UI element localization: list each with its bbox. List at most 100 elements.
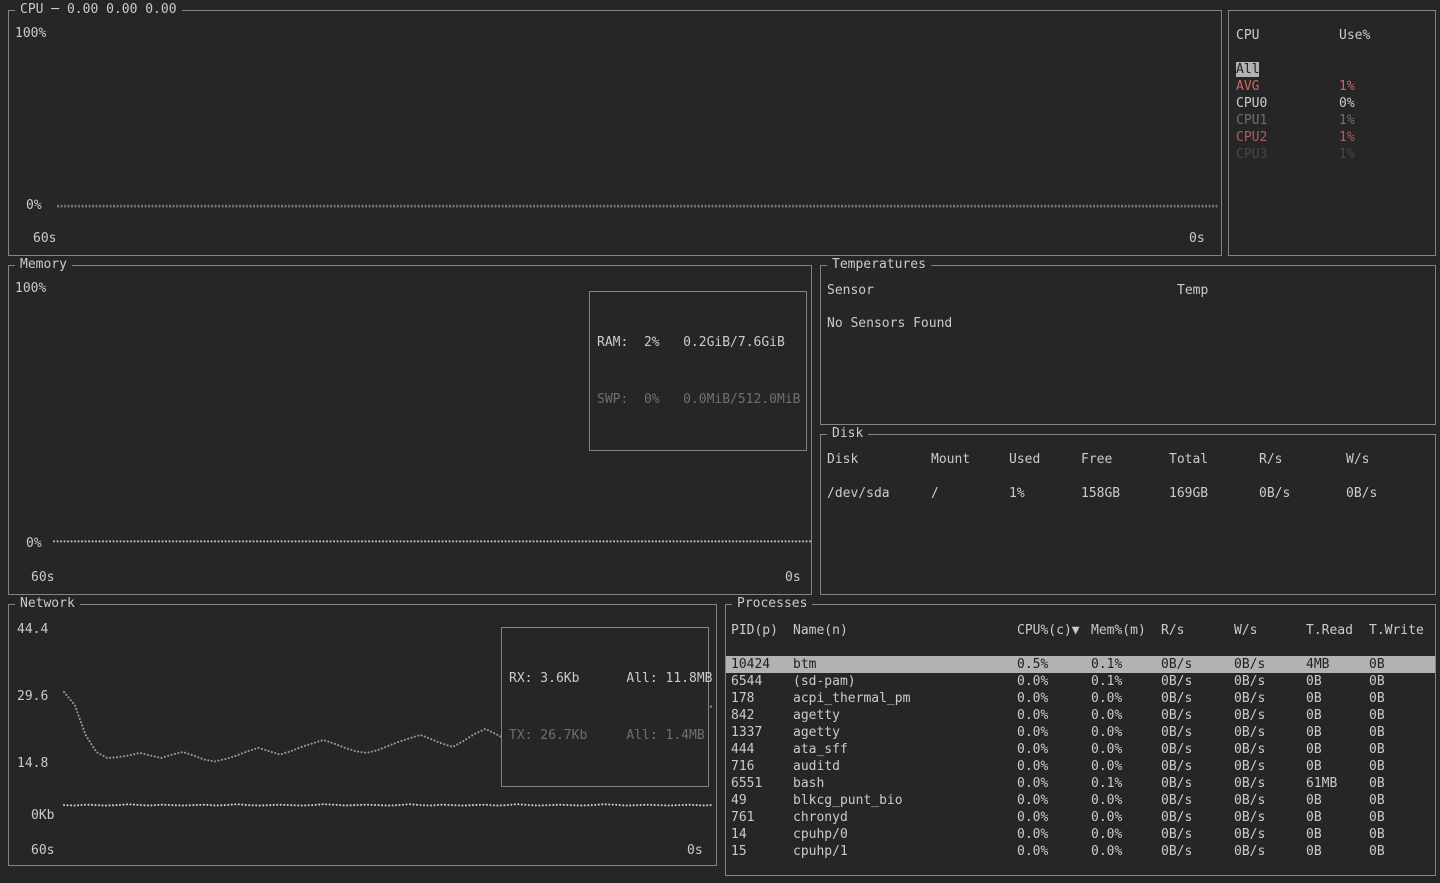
disk-row[interactable]: /dev/sda / 1% 158GB 169GB 0B/s 0B/s <box>821 485 1435 502</box>
cpu-legend-name: CPU3 <box>1236 147 1267 162</box>
process-cell-tread: 0B <box>1306 826 1369 843</box>
cpu-x-axis-left-label: 60s <box>33 232 56 246</box>
process-cell-rs: 0B/s <box>1161 792 1234 809</box>
cpu-legend-row[interactable]: AVG 1% <box>1229 78 1435 95</box>
process-cell-twrite: 0B <box>1369 724 1435 741</box>
process-cell-twrite: 0B <box>1369 826 1435 843</box>
network-x-axis-right-label: 0s <box>687 844 703 858</box>
process-cell-ws: 0B/s <box>1234 690 1306 707</box>
process-cell-mem: 0.0% <box>1091 741 1161 758</box>
process-cell-ws: 0B/s <box>1234 673 1306 690</box>
disk-col-mount[interactable]: Mount <box>931 451 1009 468</box>
cpu-panel[interactable]: CPU ─ 0.00 0.00 0.00 100% 0% 60s 0s <box>8 10 1222 256</box>
process-row[interactable]: 444 ata_sff 0.0% 0.0% 0B/s 0B/s 0B 0B <box>726 741 1435 758</box>
process-cell-name: agetty <box>793 724 1017 741</box>
disk-cell-total: 169GB <box>1169 485 1259 502</box>
processes-col-mem[interactable]: Mem%(m) <box>1091 622 1161 639</box>
process-cell-cpu: 0.0% <box>1017 707 1091 724</box>
memory-panel[interactable]: Memory 100% 0% RAM: 2% 0.2GiB/7.6GiB SWP… <box>8 265 812 595</box>
process-cell-rs: 0B/s <box>1161 826 1234 843</box>
disk-cell-used: 1% <box>1009 485 1081 502</box>
process-row[interactable]: 15 cpuhp/1 0.0% 0.0% 0B/s 0B/s 0B 0B <box>726 843 1435 860</box>
network-panel[interactable]: Network 44.4 29.6 14.8 0Kb RX: 3.6Kb All… <box>8 604 717 866</box>
disk-col-total[interactable]: Total <box>1169 451 1259 468</box>
cpu-legend-name-cell: CPU0 <box>1236 95 1339 112</box>
disk-panel[interactable]: Disk Disk Mount Used Free Total R/s W/s … <box>820 434 1436 595</box>
process-cell-tread: 0B <box>1306 809 1369 826</box>
cpu-legend-row[interactable]: CPU0 0% <box>1229 95 1435 112</box>
process-cell-tread: 0B <box>1306 690 1369 707</box>
process-row[interactable]: 49 blkcg_punt_bio 0.0% 0.0% 0B/s 0B/s 0B… <box>726 792 1435 809</box>
disk-col-rs[interactable]: R/s <box>1259 451 1346 468</box>
process-cell-twrite: 0B <box>1369 809 1435 826</box>
cpu-legend-row[interactable]: All <box>1229 61 1435 78</box>
disk-header: Disk Mount Used Free Total R/s W/s <box>821 451 1435 468</box>
processes-col-cpu-sort[interactable]: CPU%(c)▼ <box>1017 622 1091 639</box>
process-cell-twrite: 0B <box>1369 690 1435 707</box>
cpu-legend-row[interactable]: CPU3 1% <box>1229 146 1435 163</box>
memory-legend-swap: SWP: 0% 0.0MiB/512.0MiB <box>597 390 799 409</box>
process-cell-pid: 178 <box>731 690 793 707</box>
network-panel-title: Network <box>15 596 80 612</box>
cpu-legend-name-cell: All <box>1236 61 1339 78</box>
process-row[interactable]: 6544 (sd-pam) 0.0% 0.1% 0B/s 0B/s 0B 0B <box>726 673 1435 690</box>
network-legend-rx: RX: 3.6Kb All: 11.8MB <box>509 669 701 688</box>
cpu-legend-name-cell: CPU1 <box>1236 112 1339 129</box>
cpu-x-axis-right-label: 0s <box>1189 232 1205 246</box>
cpu-legend-use-cell: 1% <box>1339 129 1435 146</box>
process-row[interactable]: 178 acpi_thermal_pm 0.0% 0.0% 0B/s 0B/s … <box>726 690 1435 707</box>
process-cell-twrite: 0B <box>1369 775 1435 792</box>
process-row[interactable]: 761 chronyd 0.0% 0.0% 0B/s 0B/s 0B 0B <box>726 809 1435 826</box>
process-row[interactable]: 6551 bash 0.0% 0.1% 0B/s 0B/s 61MB 0B <box>726 775 1435 792</box>
process-cell-rs: 0B/s <box>1161 724 1234 741</box>
cpu-legend-name-cell: CPU3 <box>1236 146 1339 163</box>
network-x-axis-left-label: 60s <box>31 844 54 858</box>
processes-col-ws[interactable]: W/s <box>1234 622 1306 639</box>
process-cell-mem: 0.1% <box>1091 656 1161 673</box>
process-cell-pid: 6544 <box>731 673 793 690</box>
process-cell-ws: 0B/s <box>1234 809 1306 826</box>
disk-col-used[interactable]: Used <box>1009 451 1081 468</box>
cpu-legend-use-cell: 0% <box>1339 95 1435 112</box>
memory-legend-ram: RAM: 2% 0.2GiB/7.6GiB <box>597 333 799 352</box>
disk-cell-mount: / <box>931 485 1009 502</box>
processes-col-rs[interactable]: R/s <box>1161 622 1234 639</box>
process-cell-name: auditd <box>793 758 1017 775</box>
temperatures-panel[interactable]: Temperatures Sensor Temp No Sensors Foun… <box>820 265 1436 425</box>
process-cell-rs: 0B/s <box>1161 809 1234 826</box>
processes-col-name[interactable]: Name(n) <box>793 622 1017 639</box>
disk-col-ws[interactable]: W/s <box>1346 451 1435 468</box>
processes-col-pid[interactable]: PID(p) <box>731 622 793 639</box>
process-row[interactable]: 10424 btm 0.5% 0.1% 0B/s 0B/s 4MB 0B <box>726 656 1435 673</box>
disk-col-disk[interactable]: Disk <box>827 451 931 468</box>
processes-panel[interactable]: Processes PID(p) Name(n) CPU%(c)▼ Mem%(m… <box>725 604 1436 876</box>
process-row[interactable]: 1337 agetty 0.0% 0.0% 0B/s 0B/s 0B 0B <box>726 724 1435 741</box>
memory-y-axis-min-label: 0% <box>26 537 42 551</box>
process-row[interactable]: 716 auditd 0.0% 0.0% 0B/s 0B/s 0B 0B <box>726 758 1435 775</box>
processes-col-twrite[interactable]: T.Write <box>1369 622 1435 639</box>
cpu-legend-name: AVG <box>1236 79 1259 94</box>
temperatures-empty-message: No Sensors Found <box>827 316 952 331</box>
process-list: 10424 btm 0.5% 0.1% 0B/s 0B/s 4MB 0B 654… <box>726 656 1435 860</box>
cpu-legend-row[interactable]: CPU1 1% <box>1229 112 1435 129</box>
process-cell-cpu: 0.0% <box>1017 673 1091 690</box>
disk-col-free[interactable]: Free <box>1081 451 1169 468</box>
network-legend-box: RX: 3.6Kb All: 11.8MB TX: 26.7Kb All: 1.… <box>501 627 709 787</box>
cpu-legend-col-cpu: CPU <box>1236 27 1339 44</box>
processes-col-tread[interactable]: T.Read <box>1306 622 1369 639</box>
disk-cell-ws: 0B/s <box>1346 485 1435 502</box>
process-cell-twrite: 0B <box>1369 656 1435 673</box>
network-y-tick-44: 44.4 <box>17 623 48 637</box>
process-cell-pid: 49 <box>731 792 793 809</box>
cpu-legend-row[interactable]: CPU2 1% <box>1229 129 1435 146</box>
process-row[interactable]: 842 agetty 0.0% 0.0% 0B/s 0B/s 0B 0B <box>726 707 1435 724</box>
cpu-legend-panel[interactable]: CPU Use% All AVG 1% CPU0 0% <box>1228 10 1436 256</box>
cpu-usage-chart[interactable] <box>57 33 1219 209</box>
process-cell-ws: 0B/s <box>1234 758 1306 775</box>
process-cell-twrite: 0B <box>1369 673 1435 690</box>
process-cell-ws: 0B/s <box>1234 741 1306 758</box>
process-cell-pid: 842 <box>731 707 793 724</box>
process-row[interactable]: 14 cpuhp/0 0.0% 0.0% 0B/s 0B/s 0B 0B <box>726 826 1435 843</box>
process-cell-tread: 61MB <box>1306 775 1369 792</box>
process-cell-name: btm <box>793 656 1017 673</box>
